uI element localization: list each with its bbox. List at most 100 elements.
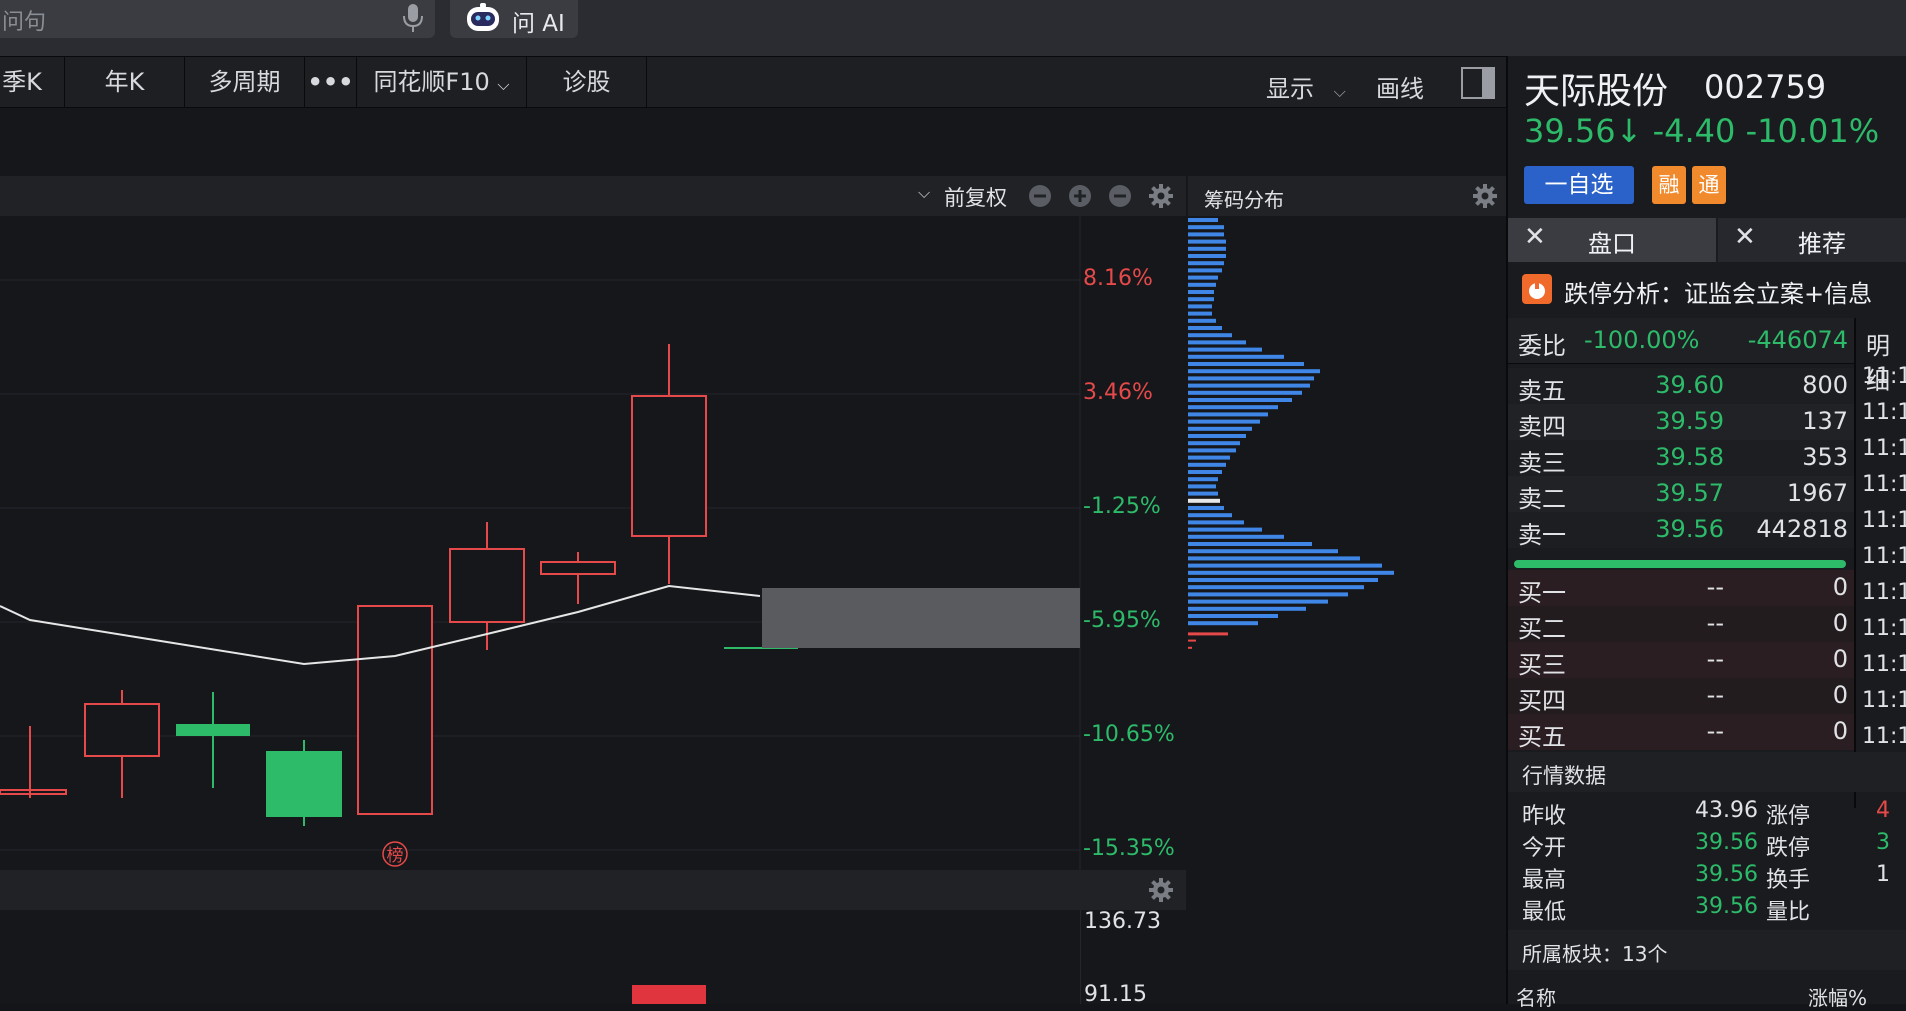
chip-bar xyxy=(1188,398,1292,402)
zoom-out-icon[interactable] xyxy=(1028,184,1052,208)
tab-more[interactable]: ••• xyxy=(305,57,357,108)
limit-notice[interactable]: 跌停分析：证监会立案+信息 xyxy=(1508,264,1906,314)
ask-row: 卖三 39.58 353 xyxy=(1508,440,1854,477)
tab-year-k[interactable]: 年K xyxy=(65,57,185,108)
ask-row: 卖四 39.59 137 xyxy=(1508,404,1854,441)
candle-body xyxy=(631,395,707,537)
chip-bar xyxy=(1188,632,1228,636)
ask-ai-button[interactable]: 问 AI xyxy=(450,0,578,38)
chevron-down-icon[interactable]: ⌵ xyxy=(918,183,930,203)
chip-bar xyxy=(1188,275,1218,280)
chip-bar xyxy=(1188,484,1216,489)
chip-bar xyxy=(1188,441,1240,446)
tab-f10[interactable]: 同花顺F10 ⌵ xyxy=(357,57,527,108)
sector-col-change: 涨幅% xyxy=(1808,986,1868,1010)
chip-bar xyxy=(1188,470,1222,474)
chip-bar xyxy=(1188,549,1338,554)
price-highlight-box xyxy=(762,588,1080,648)
chip-title: 筹码分布 xyxy=(1204,188,1284,212)
close-icon[interactable]: ✕ xyxy=(1524,222,1546,252)
candle-body xyxy=(84,703,160,757)
tab-multi-period[interactable]: 多周期 xyxy=(185,57,305,108)
chip-bar xyxy=(1188,646,1192,649)
gear-icon[interactable] xyxy=(1148,183,1174,209)
stock-code: 002759 xyxy=(1704,68,1827,106)
chip-bar xyxy=(1188,254,1226,258)
stock-name: 天际股份 xyxy=(1524,71,1669,112)
sector-label: 所属板块：13个 xyxy=(1522,942,1668,966)
tab-quarter-k[interactable]: 季K xyxy=(0,57,65,108)
pct-tick: -15.35% xyxy=(1083,836,1175,861)
chip-bar xyxy=(1188,542,1312,546)
chip-bar xyxy=(1188,621,1258,626)
quote-row: 最低 39.56 量比 xyxy=(1522,894,1811,925)
candle-body xyxy=(176,724,250,736)
gear-icon[interactable] xyxy=(1472,183,1498,209)
bid-row: 买四 -- 0 xyxy=(1508,678,1854,715)
panel-toggle-icon[interactable] xyxy=(1461,67,1495,99)
sector-header[interactable]: 所属板块：13个 xyxy=(1508,930,1906,970)
chip-bar xyxy=(1188,304,1212,309)
period-tab-bar: 季K 年K 多周期 ••• 同花顺F10 ⌵ 诊股 显示 ⌵ 画线 xyxy=(0,56,1506,108)
tab-recommend[interactable]: ✕ 推荐 xyxy=(1718,218,1906,262)
connect-badge[interactable]: 通 xyxy=(1692,166,1726,204)
detail-time: 11:1 xyxy=(1862,688,1906,713)
candles xyxy=(0,344,798,826)
column-divider xyxy=(1854,318,1856,808)
price-line: 39.56↓ -4.40 -10.01% xyxy=(1524,112,1879,150)
search-input[interactable]: 问句 xyxy=(0,0,435,38)
volume-bar xyxy=(632,985,706,1004)
zoom-in-icon[interactable] xyxy=(1068,184,1092,208)
close-icon[interactable]: ✕ xyxy=(1734,222,1756,252)
display-menu[interactable]: 显示 ⌵ xyxy=(1266,69,1346,104)
chip-bar xyxy=(1188,570,1394,575)
gear-icon[interactable] xyxy=(1148,877,1174,903)
chip-bar xyxy=(1188,412,1268,417)
chip-bar xyxy=(1188,354,1284,359)
chip-bar xyxy=(1188,232,1224,237)
volume-tick: 91.15 xyxy=(1084,982,1147,1007)
sector-col-name: 名称 xyxy=(1516,986,1556,1010)
tab-order-book[interactable]: ✕ 盘口 xyxy=(1508,218,1716,262)
chip-bar xyxy=(1188,578,1378,582)
detail-time: 11:1 xyxy=(1862,724,1906,749)
ratio-label: 委比 xyxy=(1518,332,1566,360)
alert-icon xyxy=(1522,274,1552,304)
detail-time: 11:1 xyxy=(1862,508,1906,533)
chip-bar xyxy=(1188,455,1230,460)
tab-diagnose[interactable]: 诊股 xyxy=(527,57,647,108)
microphone-icon[interactable] xyxy=(402,2,424,34)
chip-bar xyxy=(1188,614,1278,618)
chip-bar xyxy=(1188,434,1246,438)
chip-bar xyxy=(1188,246,1226,251)
chip-bar xyxy=(1188,520,1244,525)
chip-bar xyxy=(1188,225,1224,230)
minus-icon[interactable] xyxy=(1108,184,1132,208)
candle-body xyxy=(266,751,342,817)
chip-bar xyxy=(1188,592,1348,597)
detail-time: 11:1 xyxy=(1862,364,1906,389)
main-chart-header: ⌵ 前复权 xyxy=(0,176,1186,216)
order-ratio-row: 委比 -100.00% -446074 xyxy=(1508,318,1854,364)
adjust-mode-label[interactable]: 前复权 xyxy=(944,182,1007,212)
detail-time: 11:1 xyxy=(1862,544,1906,569)
chip-bar xyxy=(1188,340,1246,345)
chip-bar xyxy=(1188,376,1314,381)
detail-time: 11:1 xyxy=(1862,580,1906,605)
chip-bar xyxy=(1188,290,1214,294)
price-change-pct: -10.01% xyxy=(1745,112,1880,150)
candlestick-chart[interactable]: 榜 xyxy=(0,216,1186,870)
chip-bar xyxy=(1188,585,1364,590)
chip-bar xyxy=(1188,563,1382,568)
draw-line-button[interactable]: 画线 xyxy=(1376,69,1424,104)
margin-badge[interactable]: 融 xyxy=(1652,166,1686,204)
chip-bar xyxy=(1188,513,1232,518)
chip-bar xyxy=(1188,318,1216,323)
chip-bar xyxy=(1188,639,1196,642)
bang-marker: 榜 xyxy=(387,846,404,866)
chip-bar xyxy=(1188,239,1226,244)
top-bar: 问句 问 AI xyxy=(0,0,1906,56)
add-watchlist-button[interactable]: 一自选 xyxy=(1524,166,1634,204)
volume-tick: 136.73 xyxy=(1084,909,1161,934)
chip-bar xyxy=(1188,556,1360,561)
